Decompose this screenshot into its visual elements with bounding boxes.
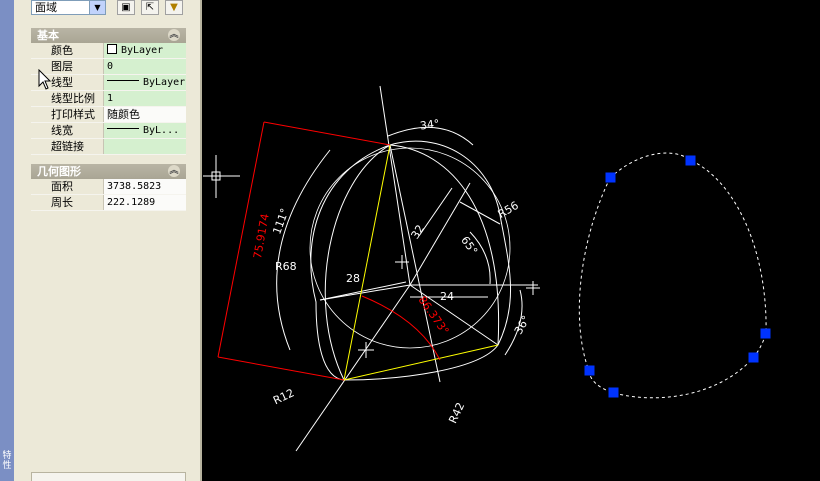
property-value[interactable]: [103, 139, 186, 154]
filter-icon: ▼: [170, 2, 178, 13]
dimension-line: [459, 201, 501, 225]
property-value[interactable]: 1: [103, 91, 186, 106]
property-row-linetype-scale[interactable]: 线型比例 1: [31, 91, 186, 107]
property-label: 打印样式: [31, 107, 103, 122]
quick-select-icon: ▣: [121, 2, 131, 13]
inner-arc: [389, 144, 500, 346]
inner-arc: [324, 144, 391, 381]
center-mark: [526, 281, 540, 295]
property-row-layer[interactable]: 图层 0: [31, 59, 186, 75]
dim-radius-r68: R68: [275, 260, 297, 273]
select-objects-icon: ⇱: [145, 2, 155, 13]
property-row-color[interactable]: 颜色 ByLayer: [31, 43, 186, 59]
selected-region[interactable]: [578, 152, 767, 399]
property-label: 周长: [31, 195, 103, 210]
dim-angle-36: 36°: [512, 313, 533, 336]
object-type-dropdown[interactable]: 面域 ▼: [31, 0, 106, 15]
property-row-plot-style[interactable]: 打印样式 随颜色: [31, 107, 186, 123]
radial-line: [389, 144, 441, 383]
section-title: 几何图形: [37, 165, 81, 178]
select-objects-button[interactable]: ⇱: [141, 0, 159, 15]
color-swatch-icon: [107, 44, 117, 54]
palette-bottom-panel: [31, 472, 186, 481]
property-label: 面积: [31, 179, 103, 194]
linetype-sample-icon: [107, 80, 139, 81]
property-row-lineweight[interactable]: 线宽 ByL...: [31, 123, 186, 139]
dim-angle-top: 34°: [419, 117, 440, 133]
dimension-arc: [276, 149, 331, 351]
dim-length-24: 24: [440, 290, 454, 303]
mouse-pointer-icon: [38, 69, 52, 90]
property-value: 3738.5823: [103, 179, 186, 194]
filter-button[interactable]: ▼: [165, 0, 183, 15]
quick-select-button[interactable]: ▣: [117, 0, 135, 15]
property-value[interactable]: ByL...: [103, 123, 186, 138]
geometry-section: 几何图形 ︽ 面积 3738.5823 周长 222.1289: [31, 164, 186, 211]
section-title: 基本: [37, 29, 59, 42]
dim-length-32: 32: [409, 223, 427, 242]
geometry-section-header[interactable]: 几何图形 ︽: [31, 164, 186, 179]
property-label: 线宽: [31, 123, 103, 138]
crosshair-cursor-icon: [203, 155, 240, 198]
grip-points[interactable]: [584, 155, 771, 398]
property-value[interactable]: ByLayer: [103, 75, 186, 90]
object-type-value: 面域: [35, 1, 57, 14]
property-row-hyperlink[interactable]: 超链接: [31, 139, 186, 155]
dim-length-28: 28: [346, 272, 360, 285]
palette-title: 特性: [2, 451, 12, 471]
dim-radius-r42: R42: [446, 400, 467, 425]
dim-aligned-75: 75.9174: [251, 213, 272, 260]
dim-radius-r12: R12: [271, 386, 296, 407]
property-label: 线型比例: [31, 91, 103, 106]
center-mark: [358, 342, 374, 358]
property-value: 222.1289: [103, 195, 186, 210]
general-section: 基本 ︽ 颜色 ByLayer 图层 0 线型 ByLayer 线型比例 1 打…: [31, 28, 186, 155]
cad-drawing[interactable]: 34° R56 32 65° 111° R68 28 24 36° R12 R4…: [202, 0, 820, 481]
property-label: 颜色: [31, 43, 103, 58]
radial-line: [379, 85, 411, 286]
drawing-canvas[interactable]: 34° R56 32 65° 111° R68 28 24 36° R12 R4…: [202, 0, 820, 481]
property-value[interactable]: ByLayer: [103, 43, 186, 58]
property-row-linetype[interactable]: 线型 ByLayer: [31, 75, 186, 91]
collapse-icon[interactable]: ︽: [168, 165, 180, 177]
dim-angle-65: 65°: [458, 234, 480, 257]
lineweight-sample-icon: [107, 128, 139, 129]
chord-lines: [343, 144, 499, 381]
chevron-down-icon[interactable]: ▼: [89, 1, 105, 14]
dim-radius-r56: R56: [496, 199, 521, 221]
radial-line: [295, 284, 411, 452]
property-value[interactable]: 0: [103, 59, 186, 74]
property-row-perimeter[interactable]: 周长 222.1289: [31, 195, 186, 211]
property-value[interactable]: 随颜色: [103, 107, 186, 122]
property-label: 超链接: [31, 139, 103, 154]
collapse-icon[interactable]: ︽: [168, 29, 180, 41]
properties-palette-title-strip[interactable]: 特性: [0, 0, 14, 481]
general-section-header[interactable]: 基本 ︽: [31, 28, 186, 43]
property-row-area[interactable]: 面积 3738.5823: [31, 179, 186, 195]
